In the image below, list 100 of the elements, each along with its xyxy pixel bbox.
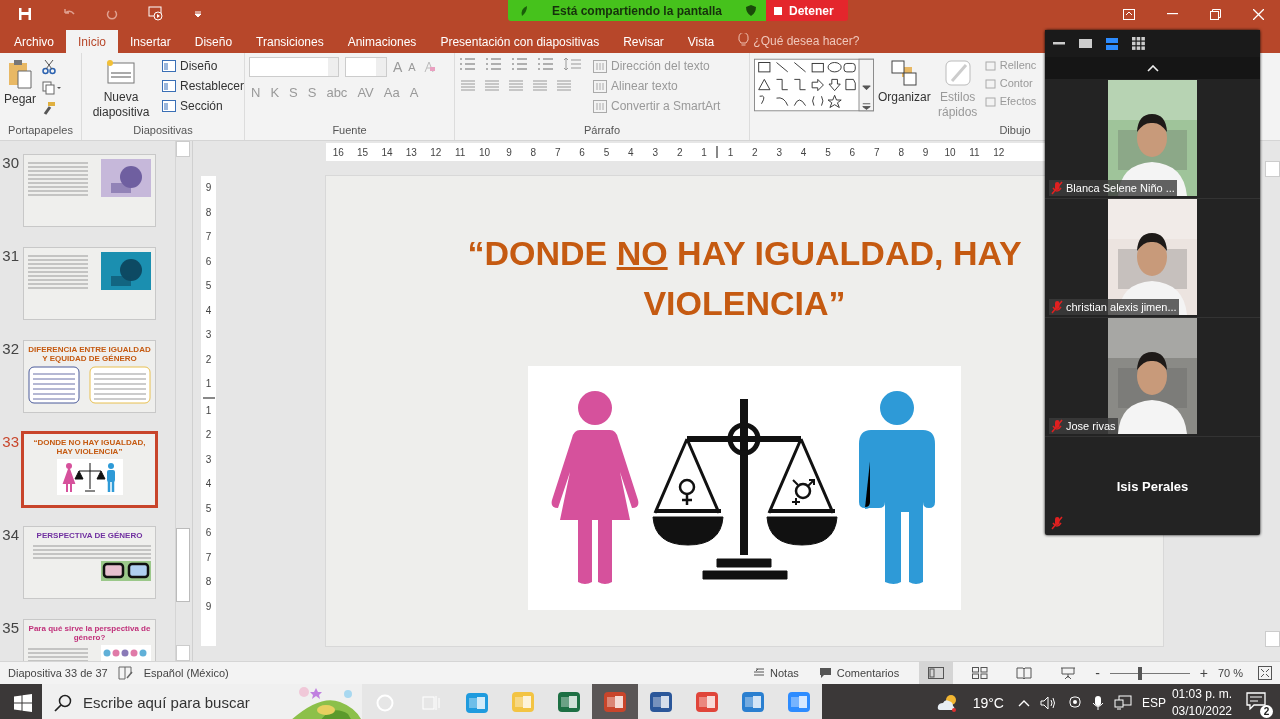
text-direction-icon[interactable] xyxy=(593,99,607,113)
slide-layout-icon[interactable] xyxy=(162,60,176,72)
book-icon[interactable] xyxy=(1016,667,1033,679)
taskbar-search-field[interactable]: Escribe aquí para buscar xyxy=(42,684,362,719)
notes-icon[interactable] xyxy=(753,668,766,678)
line-spacing-icon[interactable] xyxy=(563,57,583,71)
arrange-button[interactable]: Organizar xyxy=(878,57,931,104)
chevron-up-icon[interactable] xyxy=(1017,698,1030,707)
slide-sorter-icon[interactable] xyxy=(972,667,989,679)
projector-screen-icon[interactable] xyxy=(1060,666,1077,680)
customize-caret-icon[interactable] xyxy=(194,10,202,18)
network-icon[interactable] xyxy=(1113,695,1132,710)
ribbon-tab[interactable]: Insertar xyxy=(118,30,183,53)
arrange-icon[interactable] xyxy=(890,59,919,87)
slide-command-button[interactable]: Diseño xyxy=(162,59,218,73)
ribbon-display-icon[interactable] xyxy=(1123,8,1135,20)
excel-app-icon[interactable] xyxy=(557,690,581,713)
zoom-in-button[interactable]: + xyxy=(1199,665,1208,681)
excel-taskbar-button[interactable] xyxy=(546,684,592,719)
clock-time[interactable]: 01:03 p. m. xyxy=(1171,687,1232,701)
comment-icon[interactable] xyxy=(818,667,832,679)
redo-icon[interactable] xyxy=(106,8,118,20)
ribbon-tab[interactable]: Presentación con diapositivas xyxy=(428,30,612,53)
quick-styles-button[interactable]: Estilos rápidos xyxy=(934,57,981,120)
powerpoint-app-icon[interactable] xyxy=(603,690,627,713)
paragraph-command-button[interactable]: Convertir a SmartArt xyxy=(593,99,721,113)
slide-thumbnail[interactable]: DIFERENCIA ENTRE IGUALDAD Y EQUIDAD DE GÉNERO xyxy=(23,340,156,413)
webcam-icon[interactable] xyxy=(1067,694,1082,711)
gallery-view-icon[interactable] xyxy=(1132,37,1145,50)
normal-view-icon[interactable] xyxy=(928,667,945,679)
scrollbar[interactable] xyxy=(175,141,190,661)
powerpoint-taskbar-button[interactable] xyxy=(592,684,638,719)
text-direction-icon[interactable] xyxy=(593,59,607,73)
ribbon-tab[interactable]: Archivo xyxy=(2,30,66,53)
new-slide-button[interactable]: Nueva diapositiva xyxy=(86,57,156,120)
equality-illustration-drawing xyxy=(56,459,123,495)
text-direction-icon[interactable] xyxy=(593,79,607,93)
cut-icon[interactable] xyxy=(42,59,57,75)
search-icon[interactable] xyxy=(54,693,72,712)
video-app-icon[interactable] xyxy=(741,690,765,713)
zoom-out-button[interactable]: - xyxy=(1095,665,1100,681)
font-format-button[interactable]: K xyxy=(268,85,282,100)
paste-button[interactable]: Pegar xyxy=(4,57,37,106)
fit-to-window-icon[interactable] xyxy=(1258,666,1272,680)
comments-button[interactable]: Comentarios xyxy=(818,667,900,679)
restore-icon[interactable] xyxy=(1210,8,1221,20)
word-taskbar-button[interactable] xyxy=(638,684,684,719)
slide-command-button[interactable]: Sección xyxy=(162,99,223,113)
slide-layout-icon[interactable] xyxy=(162,80,176,92)
tell-me-search[interactable]: ¿Qué desea hacer? xyxy=(753,34,860,53)
ribbon-tab[interactable]: Diseño xyxy=(182,30,245,53)
slide-thumbnail[interactable]: Para qué sirve la perspectiva de género? xyxy=(23,619,156,661)
spelling-check-icon[interactable] xyxy=(117,666,134,680)
language-indicator[interactable]: Español (México) xyxy=(143,667,229,679)
weather-icon[interactable] xyxy=(936,693,959,712)
new-slide-icon[interactable] xyxy=(106,59,136,87)
slide-thumbnail[interactable]: PERSPECTIVA DE GÉNERO xyxy=(23,526,156,599)
stop-sharing-button[interactable]: Detener xyxy=(766,0,848,21)
ribbon-tab[interactable]: Inicio xyxy=(66,30,119,53)
slide-thumbnail[interactable]: “DONDE NO HAY IGUALDAD, HAY VIOLENCIA” xyxy=(21,431,158,508)
font-size-field[interactable] xyxy=(345,57,387,77)
chrome-app-icon[interactable] xyxy=(695,690,719,713)
copy-icon[interactable] xyxy=(42,81,63,95)
input-language[interactable]: ESP xyxy=(1141,695,1166,710)
slide-layout-icon[interactable] xyxy=(162,100,176,112)
zoom-level[interactable]: 70 % xyxy=(1218,667,1248,679)
volume-icon[interactable] xyxy=(1039,695,1058,710)
ribbon-tab[interactable]: Revisar xyxy=(611,30,676,53)
scroll-up-icon[interactable] xyxy=(1146,64,1159,72)
lightbulb-icon xyxy=(738,33,750,47)
ribbon-tab[interactable]: Transiciones xyxy=(244,30,336,53)
notes-button[interactable]: Notas xyxy=(753,667,799,679)
format-painter-icon[interactable] xyxy=(42,101,57,115)
zoom-app-icon[interactable] xyxy=(787,690,811,713)
font-format-button[interactable]: abc xyxy=(324,85,350,100)
presentation-icon[interactable] xyxy=(148,6,164,22)
windows-start-icon[interactable] xyxy=(14,693,32,712)
slide-command-button[interactable]: Restablecer xyxy=(162,79,245,93)
slide-thumbnail[interactable] xyxy=(23,154,156,227)
ribbon-tab[interactable]: Animaciones xyxy=(335,30,429,53)
normal-view-button[interactable] xyxy=(919,662,954,684)
notifications-icon[interactable] xyxy=(1246,692,1266,710)
microphone-icon[interactable] xyxy=(1091,694,1104,711)
clock-date[interactable]: 03/10/2022 xyxy=(1171,704,1232,718)
word-app-icon[interactable] xyxy=(649,690,673,713)
shape-format-button[interactable]: Contor xyxy=(984,77,1033,89)
font-name-field[interactable] xyxy=(249,57,339,77)
speaker-view-icon[interactable] xyxy=(1106,37,1118,50)
ribbon-tab[interactable]: Vista xyxy=(675,30,727,53)
edge-app-icon[interactable] xyxy=(465,691,489,714)
close-icon[interactable] xyxy=(1253,8,1264,20)
minimize-icon[interactable] xyxy=(1167,13,1178,15)
slide-number: 32 xyxy=(1,340,19,359)
minimize-icon[interactable] xyxy=(1053,42,1065,45)
clipboard-icon[interactable] xyxy=(7,59,33,89)
shapes-gallery-drawing[interactable] xyxy=(754,57,874,113)
slide-thumbnail[interactable] xyxy=(23,247,156,320)
temperature[interactable]: 19°C xyxy=(972,694,1004,711)
search-input[interactable]: Escribe aquí para buscar xyxy=(81,693,275,712)
zoom-taskbar-button[interactable] xyxy=(776,684,822,719)
